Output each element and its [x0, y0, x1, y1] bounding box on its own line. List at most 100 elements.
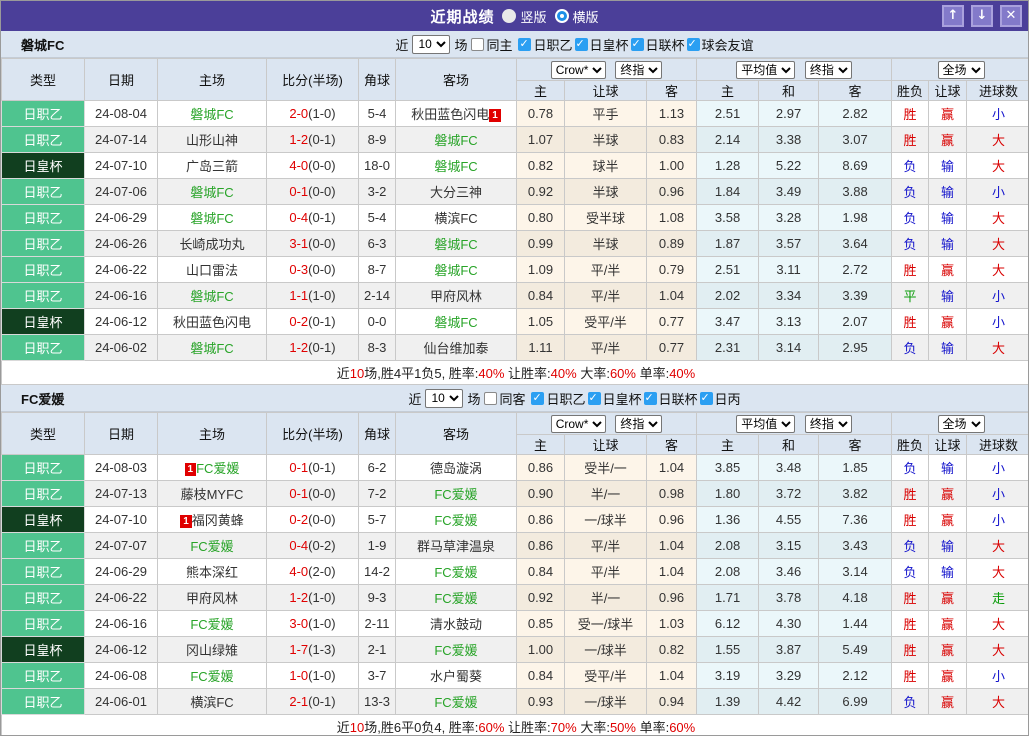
league-type-cell: 日职乙 — [2, 101, 85, 127]
result-goals-cell: 小 — [967, 507, 1029, 533]
asia-away-odds-cell: 0.89 — [647, 231, 697, 257]
league-filter-option[interactable]: 日联杯 — [631, 35, 685, 54]
score-cell: 1-7(1-3) — [267, 637, 359, 663]
away-team-name: 磐城FC — [434, 159, 477, 174]
europe-odds-time-select[interactable]: 终指 — [805, 61, 852, 79]
away-team-cell: FC爱媛 — [396, 559, 517, 585]
checkbox-checked-icon[interactable] — [644, 392, 657, 405]
away-team-cell: 群马草津温泉 — [396, 533, 517, 559]
home-team-name: 长崎成功丸 — [179, 237, 244, 252]
checkbox-checked-icon[interactable] — [588, 392, 601, 405]
asia-line-cell: 平/半 — [565, 533, 647, 559]
eu-home-odds-cell: 3.47 — [697, 309, 759, 335]
league-filter-option[interactable]: 日职乙 — [518, 35, 572, 54]
fulltime-score: 2-0 — [289, 106, 308, 121]
home-team-cell: 藤枝MYFC — [158, 481, 267, 507]
league-filter-option[interactable]: 日丙 — [700, 389, 741, 408]
corner-cell: 2-1 — [359, 637, 396, 663]
result-goals-cell: 大 — [967, 153, 1029, 179]
asia-odds-source-select[interactable]: Crow* — [551, 61, 606, 79]
col-header-date: 日期 — [85, 413, 158, 455]
corner-cell: 8-3 — [359, 335, 396, 361]
col-header-asia-away: 客 — [647, 435, 697, 455]
close-icon: ✕ — [1006, 8, 1017, 23]
asia-away-odds-cell: 0.96 — [647, 507, 697, 533]
eu-away-odds-cell: 6.99 — [819, 689, 892, 715]
league-filter-option[interactable]: 日职乙 — [531, 389, 585, 408]
asia-odds-time-select[interactable]: 终指 — [615, 61, 662, 79]
result-scope-select[interactable]: 全场 — [938, 415, 985, 433]
checkbox-checked-icon[interactable] — [700, 392, 713, 405]
checkbox-checked-icon[interactable] — [631, 38, 644, 51]
eu-home-odds-cell: 2.08 — [697, 533, 759, 559]
radio-checked-icon[interactable] — [555, 9, 569, 23]
checkbox-checked-icon[interactable] — [518, 38, 531, 51]
asia-home-odds-cell: 0.86 — [517, 455, 565, 481]
home-team-name: 山形山神 — [186, 133, 238, 148]
close-button[interactable]: ✕ — [1000, 5, 1022, 27]
result-goals-cell: 大 — [967, 689, 1029, 715]
arrow-down-icon: ↓ — [977, 8, 988, 23]
layout-option-horizontal[interactable]: 横版 — [555, 7, 599, 26]
asia-home-odds-cell: 0.92 — [517, 179, 565, 205]
col-header-type: 类型 — [2, 59, 85, 101]
league-filter-option[interactable]: 日联杯 — [644, 389, 698, 408]
league-type-cell: 日职乙 — [2, 231, 85, 257]
same-venue-filter[interactable]: 同客 — [484, 389, 525, 408]
checkbox-checked-icon[interactable] — [575, 38, 588, 51]
summary-row: 近10场,胜6平0负4, 胜率:60% 让胜率:70% 大率:50% 单率:60… — [2, 715, 1029, 736]
asia-away-odds-cell: 1.00 — [647, 153, 697, 179]
move-up-button[interactable]: ↑ — [942, 5, 964, 27]
asia-odds-group-header: Crow* 终指 — [517, 413, 697, 435]
asia-home-odds-cell: 0.99 — [517, 231, 565, 257]
league-filter-group: 日职乙日皇杯日联杯球会友谊 — [516, 35, 753, 54]
score-cell: 1-1(1-0) — [267, 283, 359, 309]
result-scope-select[interactable]: 全场 — [938, 61, 985, 79]
checkbox-unchecked-icon[interactable] — [471, 38, 484, 51]
match-row: 日职乙24-08-031FC爱媛0-1(0-1)6-2德岛漩涡0.86受半/一1… — [2, 455, 1029, 481]
summary-row: 近10场,胜4平1负5, 胜率:40% 让胜率:40% 大率:60% 单率:40… — [2, 361, 1029, 385]
match-row: 日职乙24-06-26长崎成功丸3-1(0-0)6-3磐城FC0.99半球0.8… — [2, 231, 1029, 257]
col-header-eu-home: 主 — [697, 435, 759, 455]
match-row: 日职乙24-06-29熊本深红4-0(2-0)14-2FC爱媛0.84平/半1.… — [2, 559, 1029, 585]
league-filter-option[interactable]: 日皇杯 — [575, 35, 629, 54]
europe-odds-group-header: 平均值 终指 — [697, 413, 892, 435]
layout-vertical-label: 竖版 — [520, 7, 546, 26]
europe-odds-time-select[interactable]: 终指 — [805, 415, 852, 433]
checkbox-unchecked-icon[interactable] — [484, 392, 497, 405]
league-type-cell: 日职乙 — [2, 585, 85, 611]
result-goals-cell: 大 — [967, 205, 1029, 231]
layout-option-vertical[interactable]: 竖版 — [502, 7, 546, 26]
match-row: 日职乙24-06-22甲府风林1-2(1-0)9-3FC爱媛0.92半/一0.9… — [2, 585, 1029, 611]
recent-games-select[interactable]: 10 — [425, 389, 463, 408]
europe-odds-source-select[interactable]: 平均值 — [736, 61, 795, 79]
date-cell: 24-06-16 — [85, 283, 158, 309]
league-filter-label: 日丙 — [715, 389, 741, 408]
result-goals-cell: 大 — [967, 637, 1029, 663]
same-venue-filter[interactable]: 同主 — [471, 35, 512, 54]
move-down-button[interactable]: ↓ — [971, 5, 993, 27]
score-cell: 1-2(0-1) — [267, 127, 359, 153]
eu-home-odds-cell: 1.71 — [697, 585, 759, 611]
home-team-name: FC爱媛 — [190, 617, 233, 632]
home-team-cell: FC爱媛 — [158, 533, 267, 559]
europe-odds-source-select[interactable]: 平均值 — [736, 415, 795, 433]
home-team-cell: 长崎成功丸 — [158, 231, 267, 257]
league-filter-option[interactable]: 日皇杯 — [588, 389, 642, 408]
recent-games-select[interactable]: 10 — [412, 35, 450, 54]
eu-draw-odds-cell: 2.97 — [759, 101, 819, 127]
asia-odds-source-select[interactable]: Crow* — [551, 415, 606, 433]
result-goals-cell: 小 — [967, 663, 1029, 689]
games-label: 场 — [467, 389, 480, 408]
eu-draw-odds-cell: 5.22 — [759, 153, 819, 179]
result-goals-cell: 大 — [967, 231, 1029, 257]
asia-odds-time-select[interactable]: 终指 — [615, 415, 662, 433]
radio-unchecked-icon[interactable] — [502, 9, 516, 23]
league-filter-option[interactable]: 球会友谊 — [687, 35, 754, 54]
eu-draw-odds-cell: 3.78 — [759, 585, 819, 611]
asia-away-odds-cell: 0.96 — [647, 585, 697, 611]
checkbox-checked-icon[interactable] — [687, 38, 700, 51]
checkbox-checked-icon[interactable] — [531, 392, 544, 405]
home-team-name: 磐城FC — [190, 185, 233, 200]
date-cell: 24-06-12 — [85, 309, 158, 335]
